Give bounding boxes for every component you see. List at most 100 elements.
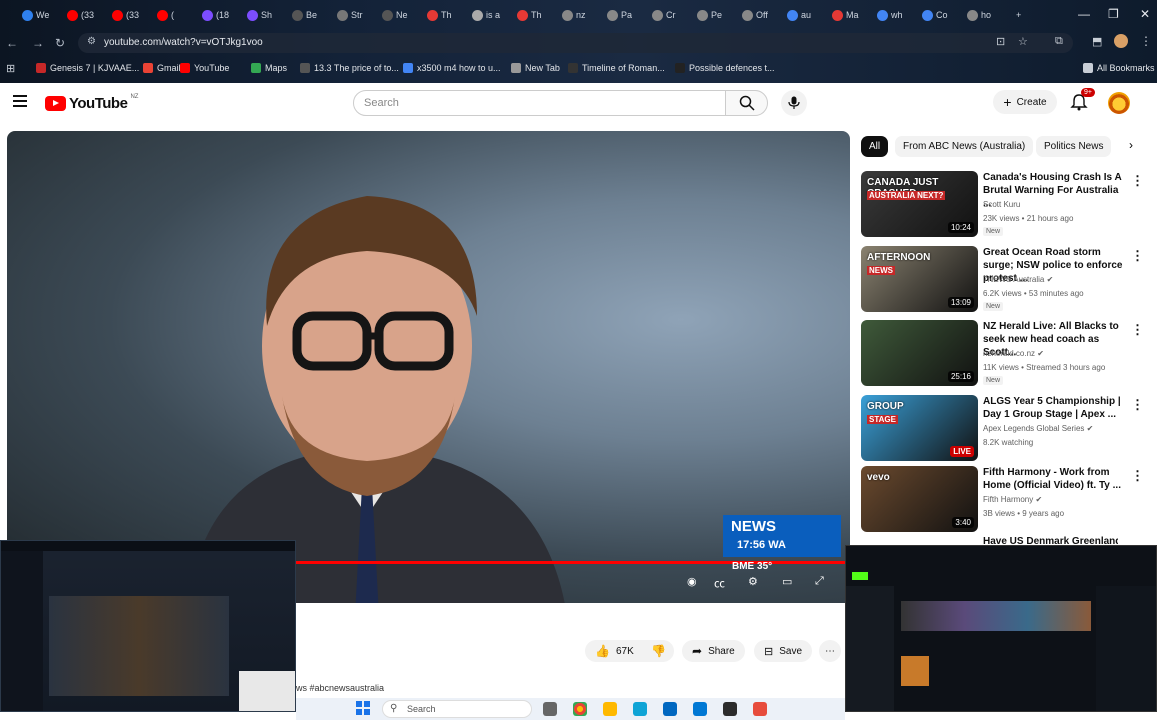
chip-politics-news[interactable]: Politics News <box>1036 136 1112 157</box>
settings-gear-icon[interactable]: ⚙ <box>748 575 764 589</box>
browser-tab[interactable]: (18 <box>202 6 229 24</box>
terminal-icon[interactable] <box>723 702 737 716</box>
channel-name[interactable]: Apex Legends Global Series ✔ <box>983 424 1093 433</box>
recommendation-title[interactable]: ALGS Year 5 Championship | Day 1 Group S… <box>983 395 1128 421</box>
browser-tab[interactable]: Str <box>337 6 363 24</box>
description-hashtag[interactable]: ws #abcnewsaustralia <box>296 683 384 693</box>
browser-tab[interactable]: is a <box>472 6 500 24</box>
reload-icon[interactable]: ↻ <box>55 36 65 50</box>
channel-name[interactable]: nzherald.co.nz ✔ <box>983 349 1044 358</box>
bookmark-item[interactable]: Possible defences t... <box>675 63 775 73</box>
browser-tab[interactable]: Cr <box>652 6 676 24</box>
more-vertical-icon[interactable]: ⋮ <box>1131 468 1144 484</box>
user-avatar[interactable] <box>1108 92 1130 114</box>
recommendation-item[interactable]: vevo 3:40 Fifth Harmony - Work from Home (… <box>861 466 1151 532</box>
more-vertical-icon[interactable]: ⋮ <box>1131 322 1144 338</box>
browser-tab[interactable]: Be <box>292 6 317 24</box>
address-bar[interactable]: ⚙ youtube.com/watch?v=vOTJkg1voo ⊡ ☆ <box>78 33 1073 53</box>
voice-search-button[interactable] <box>781 90 807 116</box>
recommendation-title[interactable]: Fifth Harmony - Work from Home (Official… <box>983 466 1128 492</box>
url-text[interactable]: youtube.com/watch?v=vOTJkg1voo <box>104 37 263 48</box>
browser-tab[interactable]: (33 <box>112 6 139 24</box>
back-icon[interactable]: ← <box>6 36 18 50</box>
like-button[interactable]: 👍 67K <box>585 640 644 662</box>
recommendation-item[interactable]: 25:16 NZ Herald Live: All Blacks to seek … <box>861 320 1151 386</box>
chevron-right-icon[interactable]: › <box>1116 138 1146 156</box>
bookmark-item[interactable]: New Tab <box>511 63 560 73</box>
browser-tab[interactable]: Sh <box>247 6 272 24</box>
save-button[interactable]: ⊟ Save <box>754 640 813 662</box>
chip-abc-news[interactable]: From ABC News (Australia) <box>895 136 1034 157</box>
recommendation-thumbnail[interactable]: AFTERNOON NEWS 13:09 <box>861 246 978 312</box>
browser-tab[interactable]: (33 <box>67 6 94 24</box>
bookmark-item[interactable]: Genesis 7 | KJVAAE... <box>36 63 139 73</box>
browser-tab[interactable]: wh <box>877 6 903 24</box>
recommendation-item[interactable]: GROUP STAGE LIVE ALGS Year 5 Championship |… <box>861 395 1151 461</box>
site-info-icon[interactable]: ⚙ <box>87 36 96 47</box>
miniplayer-icon[interactable]: ▭ <box>782 575 798 589</box>
bookmark-item[interactable]: YouTube <box>180 63 229 73</box>
browser-tab[interactable]: Co <box>922 6 948 24</box>
chip-all[interactable]: All <box>861 136 889 157</box>
bookmark-star-icon[interactable]: ☆ <box>1018 35 1028 48</box>
channel-name[interactable]: Scott Kuru <box>983 200 1020 209</box>
recommendation-thumbnail[interactable]: 25:16 <box>861 320 978 386</box>
bookmark-item[interactable]: x3500 m4 how to u... <box>403 63 501 73</box>
channel-name[interactable]: Fifth Harmony ✔ <box>983 495 1042 504</box>
browser-tab[interactable]: nz <box>562 6 586 24</box>
bookmark-item[interactable]: Timeline of Roman... <box>568 63 665 73</box>
browser-tab[interactable]: ho <box>967 6 991 24</box>
start-icon[interactable] <box>356 701 370 715</box>
edge-icon[interactable] <box>633 702 647 716</box>
recommendation-thumbnail[interactable]: GROUP STAGE LIVE <box>861 395 978 461</box>
more-vertical-icon[interactable]: ⋮ <box>1131 173 1144 189</box>
file-explorer-icon[interactable] <box>603 702 617 716</box>
menu-icon[interactable]: ⋮ <box>1140 34 1152 48</box>
extensions-icon[interactable]: ⧉ <box>1055 35 1063 48</box>
taskbar-search[interactable]: ⚲ Search <box>382 700 532 718</box>
share-button[interactable]: ➦ Share <box>682 640 745 662</box>
browser-tab[interactable]: Pe <box>697 6 722 24</box>
app-icon[interactable] <box>753 702 767 716</box>
close-icon[interactable]: ✕ <box>1140 7 1150 21</box>
autoplay-toggle-icon[interactable]: ◉ <box>687 575 703 589</box>
video-player[interactable]: NEWS 17:56 WA BME 35° ◉ ㏄ ⚙ ▭ ⤢ <box>7 131 850 603</box>
browser-tab[interactable]: Th <box>427 6 452 24</box>
recommendation-item[interactable]: AFTERNOON NEWS 13:09 Great Ocean Road storm… <box>861 246 1151 312</box>
create-button[interactable]: + Create <box>993 90 1057 114</box>
more-vertical-icon[interactable]: ⋮ <box>1131 397 1144 413</box>
bookmark-item[interactable]: Gmail <box>143 63 181 73</box>
task-view-icon[interactable] <box>543 702 557 716</box>
bookmark-item[interactable]: 13.3 The price of to... <box>300 63 399 73</box>
channel-name[interactable]: 7NEWS Australia ✔ <box>983 275 1053 284</box>
forward-icon[interactable]: → <box>32 36 44 50</box>
bookmark-item[interactable]: Maps <box>251 63 287 73</box>
browser-tab[interactable]: au <box>787 6 811 24</box>
recommendation-item[interactable]: CANADA JUST CRASHEDAUSTRALIA NEXT?10:24C… <box>861 171 1151 237</box>
apps-icon[interactable]: ⊞ <box>6 62 15 75</box>
restore-icon[interactable]: ❐ <box>1108 7 1119 21</box>
chrome-icon[interactable] <box>573 702 587 716</box>
browser-tab[interactable]: ( <box>157 6 174 24</box>
search-button[interactable] <box>725 90 768 116</box>
youtube-logo[interactable]: YouTube NZ <box>45 94 138 112</box>
partial-recommendation-title[interactable]: Have US Denmark Greenland <box>983 536 1118 545</box>
browser-tab[interactable]: Ma <box>832 6 859 24</box>
browser-tab[interactable]: We <box>22 6 49 24</box>
browser-tab[interactable]: Ne <box>382 6 408 24</box>
recommendation-thumbnail[interactable]: CANADA JUST CRASHEDAUSTRALIA NEXT?10:24 <box>861 171 978 237</box>
new-tab-icon[interactable]: + <box>1016 6 1021 24</box>
downloads-icon[interactable]: ⬒ <box>1092 35 1102 48</box>
browser-tab[interactable]: Pa <box>607 6 632 24</box>
minimize-icon[interactable]: — <box>1078 7 1090 21</box>
recommendation-thumbnail[interactable]: vevo 3:40 <box>861 466 978 532</box>
all-bookmarks[interactable]: All Bookmarks <box>1083 63 1155 73</box>
more-actions-button[interactable]: ⋯ <box>819 640 841 662</box>
install-icon[interactable]: ⊡ <box>996 35 1005 48</box>
dislike-button[interactable]: 👎 <box>643 640 674 662</box>
more-vertical-icon[interactable]: ⋮ <box>1131 248 1144 264</box>
browser-tab[interactable]: Th <box>517 6 542 24</box>
profile-avatar[interactable] <box>1114 34 1128 48</box>
browser-tab[interactable]: Off <box>742 6 768 24</box>
search-input[interactable]: Search <box>353 90 726 116</box>
